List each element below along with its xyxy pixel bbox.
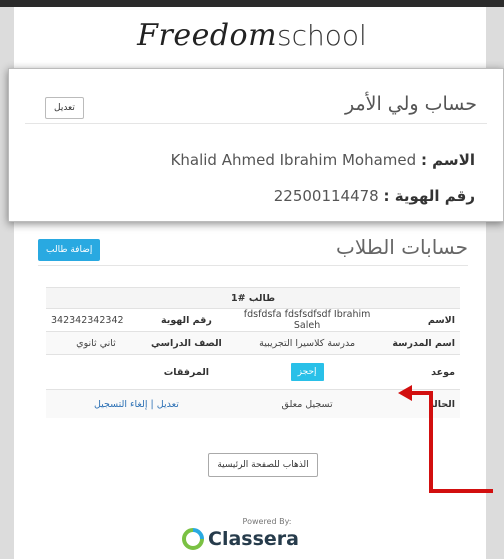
classera-brand: Classera <box>208 528 299 550</box>
parent-name-value: Khalid Ahmed Ibrahim Mohamed <box>170 151 417 169</box>
parent-name-row: الاسم : Khalid Ahmed Ibrahim Mohamed <box>171 151 475 169</box>
student-id-value: 342342342342 <box>46 308 146 332</box>
logo-script: Freedom <box>137 18 278 53</box>
book-appointment-button[interactable]: إحجز <box>290 363 324 381</box>
add-student-button[interactable]: إضافة طالب <box>38 239 101 261</box>
attachments-value <box>46 354 146 390</box>
student-name-value: fdsfdsfa fdsfsdfsdf Ibrahim Saleh <box>226 308 388 332</box>
edit-student-link[interactable]: تعديل <box>157 399 179 410</box>
table-row: الاسم fdsfdsfa fdsfsdfsdf Ibrahim Saleh … <box>46 308 460 332</box>
grade-label: الصف الدراسي <box>146 331 227 355</box>
table-row: اسم المدرسة مدرسة كلاسيرا التجريبية الصف… <box>46 331 460 355</box>
table-row: طالب #1 <box>46 287 460 309</box>
link-separator: | <box>150 398 154 410</box>
annotation-arrowhead <box>398 385 412 401</box>
annotation-arrow-bottom <box>429 489 493 493</box>
logo-plain: school <box>277 19 367 52</box>
parent-account-card: حساب ولي الأمر تعديل الاسم : Khalid Ahme… <box>8 68 504 222</box>
parent-card-header: حساب ولي الأمر تعديل <box>25 87 487 124</box>
go-home-button[interactable]: الذهاب للصفحة الرئيسية <box>208 453 318 477</box>
appointment-cell: إحجز <box>226 354 388 390</box>
school-label: اسم المدرسة <box>387 331 460 355</box>
student-id-label: رقم الهوية <box>146 308 227 332</box>
students-header: حسابات الطلاب إضافة طالب <box>38 235 468 266</box>
parent-id-label: رقم الهوية : <box>383 187 475 205</box>
student-number-header: طالب #1 <box>46 287 460 309</box>
edit-parent-button[interactable]: تعديل <box>45 97 84 119</box>
classera-logo-icon <box>182 528 204 550</box>
annotation-arrow <box>411 391 431 395</box>
parent-account-title: حساب ولي الأمر <box>344 93 477 115</box>
grade-value: ثاني ثانوي <box>46 331 146 355</box>
parent-id-value: 22500114478 <box>273 187 379 205</box>
attachments-label: المرفقات <box>146 354 227 390</box>
students-title: حسابات الطلاب <box>336 235 468 259</box>
powered-by-label: Powered By: <box>242 517 292 526</box>
annotation-arrow-vertical <box>429 391 433 493</box>
parent-id-row: رقم الهوية : 22500114478 <box>274 187 475 205</box>
school-logo: Freedomschool <box>0 18 504 53</box>
student-name-label: الاسم <box>387 308 460 332</box>
cancel-registration-link[interactable]: إلغاء التسجيل <box>94 399 148 410</box>
status-value: تسجيل معلق <box>226 389 388 418</box>
parent-name-label: الاسم : <box>420 151 475 169</box>
action-links: تعديل | إلغاء التسجيل <box>46 389 227 418</box>
top-bar <box>0 0 504 7</box>
school-value: مدرسة كلاسيرا التجريبية <box>226 331 388 355</box>
